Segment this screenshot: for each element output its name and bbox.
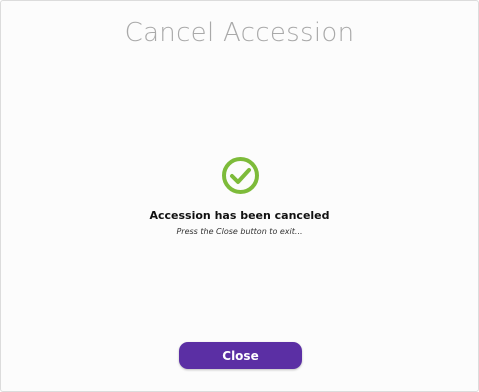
dialog-title: Cancel Accession — [124, 18, 355, 48]
check-circle-icon — [222, 157, 259, 194]
close-button[interactable]: Close — [179, 342, 302, 369]
status-message: Accession has been canceled — [149, 209, 330, 222]
cancel-accession-dialog: Cancel Accession Accession has been canc… — [0, 0, 479, 392]
status-hint: Press the Close button to exit... — [176, 227, 303, 236]
